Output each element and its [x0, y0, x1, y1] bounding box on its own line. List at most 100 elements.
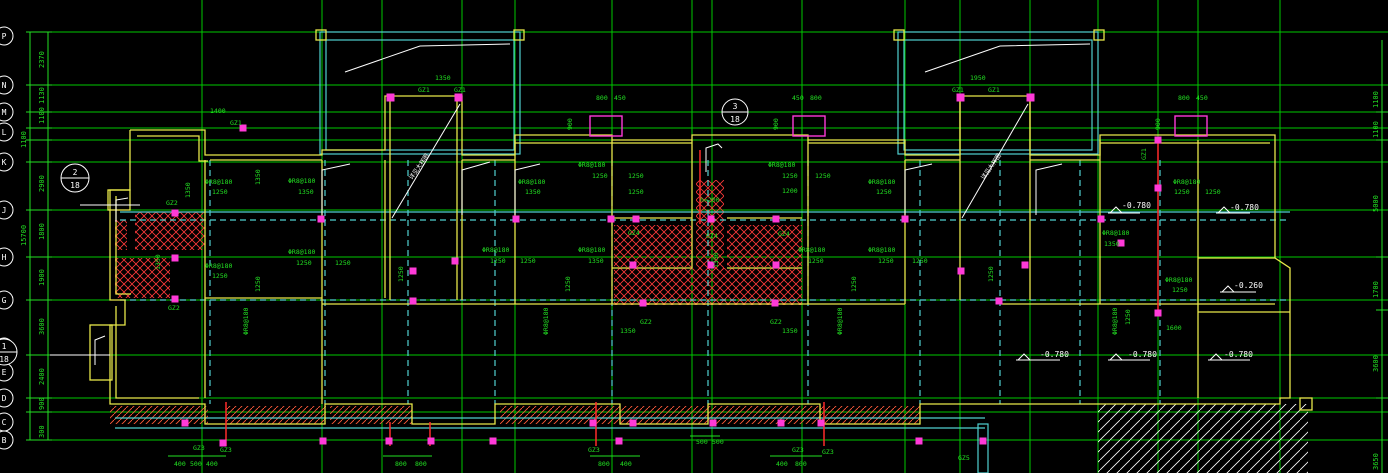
hatch-areas [110, 180, 1308, 473]
svg-text:-0.780: -0.780 [1122, 201, 1151, 210]
svg-text:ΦR8@180: ΦR8@180 [518, 178, 545, 186]
svg-text:1250: 1250 [592, 172, 608, 180]
svg-text:GZ3: GZ3 [822, 448, 834, 456]
svg-text:1700: 1700 [1372, 281, 1380, 298]
svg-text:ΦR8@180: ΦR8@180 [1165, 276, 1192, 284]
svg-text:GZ4: GZ4 [706, 232, 718, 240]
svg-text:N: N [2, 81, 7, 90]
svg-text:800: 800 [795, 460, 807, 468]
svg-text:1350: 1350 [712, 252, 720, 268]
svg-text:1950: 1950 [970, 74, 986, 82]
hatch-region [727, 225, 802, 267]
svg-text:400: 400 [776, 460, 788, 468]
svg-text:18: 18 [730, 115, 740, 124]
svg-text:ΦR8@180: ΦR8@180 [868, 246, 895, 254]
svg-text:450: 450 [614, 94, 626, 102]
svg-text:1250: 1250 [628, 172, 644, 180]
svg-text:ΦR8@180: ΦR8@180 [1173, 178, 1200, 186]
svg-text:GZ1: GZ1 [418, 86, 430, 94]
svg-text:GZ4: GZ4 [778, 230, 790, 238]
svg-text:ΦR8@180: ΦR8@180 [578, 246, 605, 254]
svg-text:900: 900 [1154, 118, 1162, 130]
svg-text:2370: 2370 [38, 51, 46, 68]
svg-text:J: J [2, 206, 7, 215]
svg-text:400: 400 [206, 460, 218, 468]
svg-text:GZ1: GZ1 [1140, 148, 1148, 160]
svg-text:详见大样图: 详见大样图 [979, 152, 1003, 181]
svg-text:L: L [2, 128, 7, 137]
svg-text:1350: 1350 [298, 188, 314, 196]
svg-text:1250: 1250 [912, 257, 928, 265]
svg-text:1250: 1250 [490, 257, 506, 265]
svg-text:1600: 1600 [1166, 324, 1182, 332]
svg-text:1350: 1350 [184, 182, 192, 198]
svg-text:K: K [2, 158, 7, 167]
svg-text:ΦR8@180: ΦR8@180 [798, 246, 825, 254]
svg-text:E: E [2, 368, 7, 377]
svg-text:800: 800 [395, 460, 407, 468]
svg-text:G: G [2, 296, 7, 305]
svg-text:800: 800 [1178, 94, 1190, 102]
svg-text:GZ1: GZ1 [952, 86, 964, 94]
svg-text:1250: 1250 [782, 172, 798, 180]
svg-text:800: 800 [415, 460, 427, 468]
svg-text:1400: 1400 [210, 107, 226, 115]
svg-text:1250: 1250 [808, 257, 824, 265]
svg-text:500: 500 [190, 460, 202, 468]
svg-text:ΦR8@180: ΦR8@180 [768, 161, 795, 169]
svg-text:1350: 1350 [1104, 240, 1120, 248]
svg-text:5000: 5000 [1372, 195, 1380, 212]
svg-text:ΦR8@180: ΦR8@180 [242, 308, 250, 335]
svg-text:1250: 1250 [876, 188, 892, 196]
svg-text:GZ3: GZ3 [588, 446, 600, 454]
hatch-band [226, 406, 326, 424]
svg-text:GZ1: GZ1 [230, 119, 242, 127]
svg-text:1250: 1250 [296, 259, 312, 267]
svg-text:GZ2: GZ2 [168, 304, 180, 312]
svg-text:1250: 1250 [987, 266, 995, 282]
svg-text:D: D [2, 394, 7, 403]
svg-text:15700: 15700 [20, 225, 28, 246]
elevation-marks [1016, 206, 1256, 361]
svg-text:900: 900 [772, 118, 780, 130]
svg-text:3: 3 [733, 102, 738, 111]
svg-text:900: 900 [38, 397, 46, 410]
svg-text:GZ3: GZ3 [792, 446, 804, 454]
svg-text:2: 2 [73, 168, 78, 177]
svg-text:450: 450 [1196, 94, 1208, 102]
hatch-band [620, 406, 920, 424]
svg-text:1200: 1200 [782, 187, 798, 195]
svg-text:GZ5: GZ5 [958, 454, 970, 462]
svg-text:1800: 1800 [38, 223, 46, 240]
svg-text:1100: 1100 [1372, 91, 1380, 108]
svg-text:1130: 1130 [38, 87, 46, 104]
svg-text:1250: 1250 [520, 257, 536, 265]
svg-text:1250: 1250 [1174, 188, 1190, 196]
hatch-region [614, 225, 692, 267]
svg-text:18: 18 [0, 355, 9, 364]
hatch-band [110, 406, 208, 424]
svg-text:GZ3: GZ3 [193, 444, 205, 452]
svg-text:1350: 1350 [620, 327, 636, 335]
svg-text:1100: 1100 [20, 131, 28, 148]
svg-text:1250: 1250 [850, 276, 858, 292]
svg-text:h=200: h=200 [700, 196, 720, 204]
svg-text:1250: 1250 [212, 188, 228, 196]
hatch-region [115, 220, 127, 250]
svg-text:3650: 3650 [1372, 453, 1380, 470]
svg-text:900: 900 [566, 118, 574, 130]
svg-text:450: 450 [792, 94, 804, 102]
svg-text:1250: 1250 [564, 276, 572, 292]
svg-text:1350: 1350 [254, 169, 262, 185]
svg-text:1250: 1250 [1124, 309, 1132, 325]
svg-text:1: 1 [2, 342, 7, 351]
svg-text:500: 500 [712, 438, 724, 446]
svg-text:详见大样图: 详见大样图 [407, 152, 431, 181]
svg-text:400: 400 [174, 460, 186, 468]
svg-text:M: M [2, 108, 7, 117]
white-details [50, 43, 1091, 365]
svg-text:GZ2: GZ2 [640, 318, 652, 326]
svg-text:400: 400 [620, 460, 632, 468]
svg-text:3600: 3600 [38, 318, 46, 335]
svg-text:800: 800 [596, 94, 608, 102]
